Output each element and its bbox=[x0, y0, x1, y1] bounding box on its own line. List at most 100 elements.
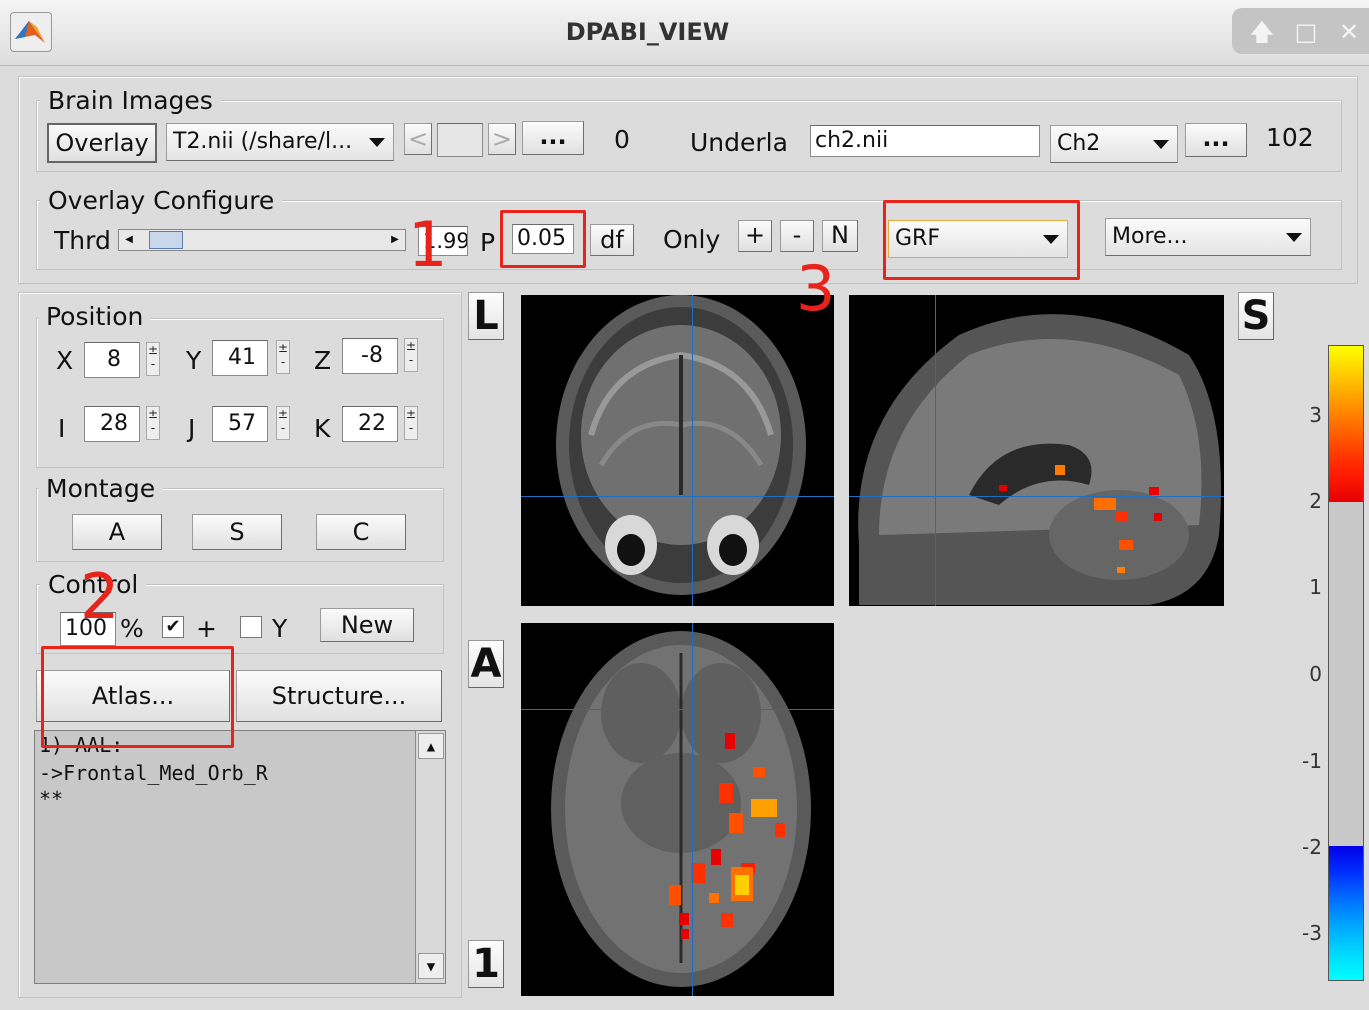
new-button[interactable]: New bbox=[320, 608, 414, 642]
overlay-browse-button[interactable]: ... bbox=[522, 121, 584, 155]
zoom-percent-label: % bbox=[120, 614, 144, 643]
slider-left-arrow-icon[interactable]: ◀ bbox=[119, 230, 139, 250]
annotation-box-grf bbox=[883, 200, 1080, 280]
colorbar-tick: 1 bbox=[1309, 575, 1322, 599]
overlay-count: 0 bbox=[614, 125, 630, 154]
underlay-template-value: Ch2 bbox=[1057, 131, 1101, 156]
colorbar-middle bbox=[1329, 502, 1363, 846]
axial-orientation-button[interactable]: A bbox=[468, 640, 504, 688]
annotation-number-3: 3 bbox=[796, 252, 836, 325]
j-label: J bbox=[188, 414, 196, 443]
overlay-button[interactable]: Overlay bbox=[47, 123, 157, 163]
annotation-number-2: 2 bbox=[80, 560, 120, 633]
colorbar-tick: -2 bbox=[1302, 835, 1322, 859]
montage-label: Montage bbox=[38, 474, 164, 504]
colorbar-tick: 0 bbox=[1309, 662, 1322, 686]
k-label: K bbox=[314, 414, 331, 443]
crosshair-horizontal bbox=[849, 496, 1224, 497]
y-label: Y bbox=[186, 346, 202, 375]
coronal-view[interactable] bbox=[521, 295, 834, 606]
axial-brain-image bbox=[551, 631, 811, 987]
only-negative-button[interactable]: - bbox=[780, 220, 814, 252]
sagittal-orientation-button[interactable]: S bbox=[1238, 292, 1274, 340]
coronal-brain-image bbox=[556, 295, 806, 595]
colorbar bbox=[1328, 345, 1364, 981]
atlas-output-listbox[interactable]: 1) AAL: ->Frontal_Med_Orb_R ** ▲ ▼ bbox=[34, 730, 446, 984]
underlay-value: 102 bbox=[1266, 123, 1314, 152]
underlay-template-dropdown[interactable]: Ch2 bbox=[1050, 125, 1178, 163]
next-overlay-button[interactable]: > bbox=[488, 123, 516, 155]
only-n-button[interactable]: N bbox=[822, 220, 858, 252]
more-value: More... bbox=[1112, 224, 1188, 249]
minimize-icon[interactable]: 🡅 bbox=[1244, 14, 1280, 50]
underlay-label: Underla bbox=[690, 128, 788, 157]
overlay-index-field[interactable] bbox=[437, 123, 483, 157]
y-spinner[interactable]: ± - bbox=[276, 340, 290, 374]
colorbar-tick: -1 bbox=[1302, 749, 1322, 773]
slider-thumb[interactable] bbox=[149, 231, 183, 249]
chevron-down-icon bbox=[1286, 233, 1302, 242]
more-dropdown[interactable]: More... bbox=[1105, 218, 1311, 256]
df-button[interactable]: df bbox=[590, 224, 634, 256]
crosshair-label: + bbox=[196, 614, 217, 643]
x-spinner[interactable]: ± - bbox=[146, 342, 160, 376]
i-field[interactable]: 28 bbox=[84, 406, 140, 442]
colorbar-negative bbox=[1329, 846, 1363, 980]
crosshair-vertical bbox=[935, 295, 936, 606]
brain-images-label: Brain Images bbox=[40, 86, 221, 116]
atlas-output-line: ** bbox=[39, 787, 64, 811]
only-positive-button[interactable]: + bbox=[738, 220, 772, 252]
i-spinner[interactable]: ± - bbox=[146, 406, 160, 440]
montage-sagittal-button[interactable]: S bbox=[192, 514, 282, 550]
underlay-browse-button[interactable]: ... bbox=[1185, 123, 1247, 157]
x-field[interactable]: 8 bbox=[84, 342, 140, 378]
position-label: Position bbox=[38, 302, 152, 332]
maximize-icon[interactable]: □ bbox=[1288, 14, 1324, 50]
montage-index-button[interactable]: 1 bbox=[468, 940, 504, 988]
crosshair-horizontal bbox=[521, 496, 834, 497]
crosshair-vertical bbox=[692, 623, 693, 996]
axial-view[interactable] bbox=[521, 623, 834, 996]
k-field[interactable]: 22 bbox=[342, 406, 398, 442]
slider-right-arrow-icon[interactable]: ▶ bbox=[385, 230, 405, 250]
crosshair-vertical bbox=[692, 295, 693, 606]
chevron-down-icon bbox=[369, 138, 385, 147]
colorbar-positive bbox=[1329, 346, 1363, 502]
p-label: P bbox=[480, 228, 496, 257]
scroll-down-icon[interactable]: ▼ bbox=[418, 953, 444, 979]
y-field[interactable]: 41 bbox=[212, 340, 268, 376]
structure-button[interactable]: Structure... bbox=[236, 670, 442, 722]
annotation-box-atlas bbox=[41, 646, 234, 748]
k-spinner[interactable]: ± - bbox=[404, 406, 418, 440]
y-checkbox[interactable] bbox=[240, 616, 262, 638]
close-icon[interactable]: ✕ bbox=[1331, 14, 1367, 50]
montage-axial-button[interactable]: A bbox=[72, 514, 162, 550]
checkmark-icon: ✔ bbox=[165, 616, 181, 637]
overlay-file-value: T2.nii (/share/l... bbox=[173, 129, 353, 154]
scrollbar[interactable]: ▲ ▼ bbox=[415, 731, 445, 983]
chevron-down-icon bbox=[1153, 140, 1169, 149]
crosshair-checkbox[interactable]: ✔ bbox=[162, 616, 184, 638]
colorbar-tick: -3 bbox=[1302, 921, 1322, 945]
colorbar-tick: 2 bbox=[1309, 489, 1322, 513]
annotation-number-1: 1 bbox=[408, 208, 448, 281]
montage-coronal-button[interactable]: C bbox=[316, 514, 406, 550]
sagittal-view[interactable] bbox=[849, 295, 1224, 606]
y-checkbox-label: Y bbox=[272, 614, 288, 643]
thrd-label: Thrd bbox=[54, 226, 111, 255]
atlas-output-line: ->Frontal_Med_Orb_R bbox=[39, 761, 268, 785]
coronal-orientation-button[interactable]: L bbox=[468, 292, 504, 340]
overlay-configure-label: Overlay Configure bbox=[40, 186, 283, 216]
j-spinner[interactable]: ± - bbox=[276, 406, 290, 440]
z-field[interactable]: -8 bbox=[342, 338, 398, 374]
only-label: Only bbox=[663, 225, 721, 254]
j-field[interactable]: 57 bbox=[212, 406, 268, 442]
threshold-slider[interactable]: ◀ ▶ bbox=[118, 229, 406, 251]
underlay-file-field[interactable]: ch2.nii bbox=[810, 125, 1040, 157]
x-label: X bbox=[56, 346, 74, 375]
z-spinner[interactable]: ± - bbox=[404, 338, 418, 372]
z-label: Z bbox=[314, 346, 332, 375]
overlay-file-dropdown[interactable]: T2.nii (/share/l... bbox=[166, 123, 394, 161]
scroll-up-icon[interactable]: ▲ bbox=[418, 733, 444, 759]
prev-overlay-button[interactable]: < bbox=[404, 123, 432, 155]
